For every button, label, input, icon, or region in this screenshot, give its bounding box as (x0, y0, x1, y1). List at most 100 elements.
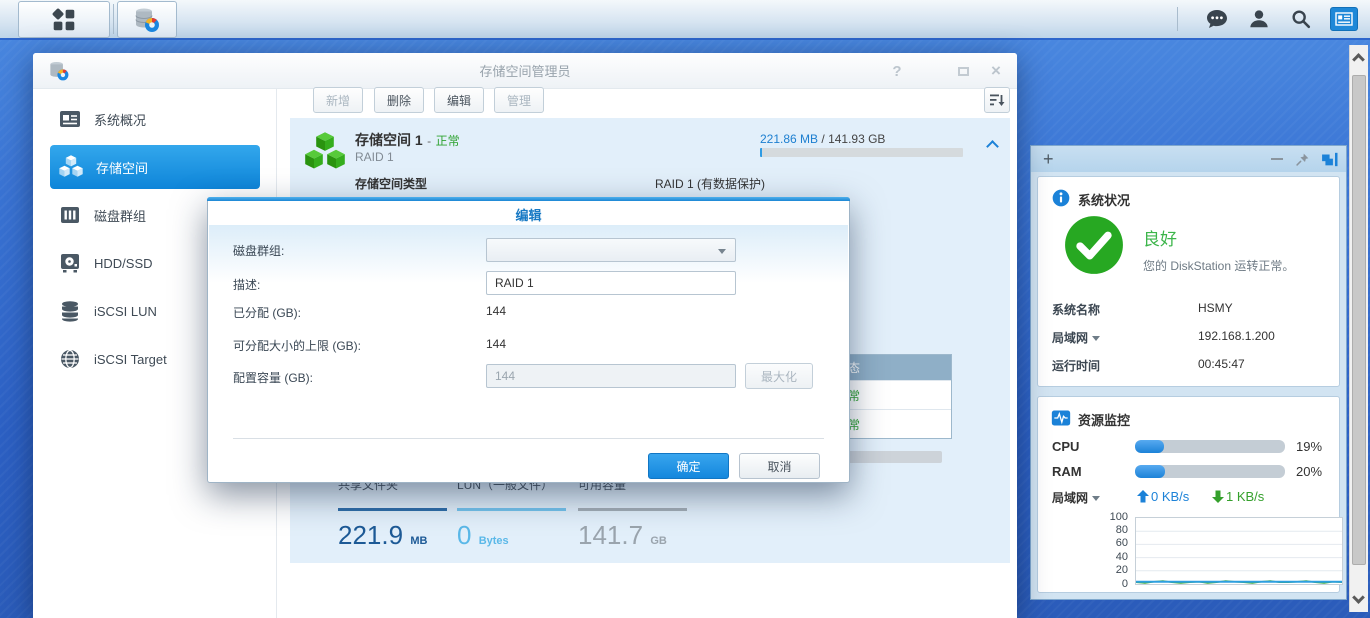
allocated-label: 已分配 (GB): (233, 304, 301, 321)
close-button[interactable]: × (989, 61, 1003, 81)
ram-percent: 20% (1296, 464, 1322, 479)
panel-minimize-button[interactable] (1271, 158, 1283, 160)
taskbar (0, 0, 1370, 40)
y-tick: 0 (1078, 578, 1128, 590)
cancel-button[interactable]: 取消 (739, 453, 820, 479)
pin-icon[interactable] (1295, 152, 1310, 167)
storage-manager-task-button[interactable] (117, 1, 177, 38)
stat-underline (457, 508, 566, 511)
create-button[interactable]: 新增 (313, 87, 363, 113)
lan-traffic-label-text: 局域网 (1052, 491, 1088, 505)
system-name-label: 系统名称 (1052, 301, 1100, 318)
system-name-value: HSMY (1198, 301, 1233, 315)
uptime-value: 00:45:47 (1198, 357, 1245, 371)
stat-value: 221.9 (338, 520, 403, 550)
user-button[interactable] (1246, 6, 1272, 32)
main-menu-button[interactable] (18, 1, 110, 38)
desktop-scrollbar[interactable] (1349, 45, 1368, 612)
disk-group-icon (58, 203, 82, 227)
main-menu-icon (51, 7, 77, 33)
cpu-label: CPU (1052, 439, 1079, 454)
chevron-down-icon (718, 249, 726, 254)
disk-group-select[interactable] (486, 238, 736, 262)
capacity-label: 配置容量 (GB): (233, 369, 313, 386)
ram-label: RAM (1052, 464, 1082, 479)
collapse-chevron-icon[interactable] (986, 140, 999, 153)
help-button[interactable]: ? (890, 63, 904, 80)
search-icon (1290, 8, 1312, 30)
pilot-view-button[interactable] (1330, 7, 1358, 31)
capacity-input[interactable] (486, 364, 736, 388)
volume-status: 正常 (436, 134, 460, 148)
scroll-up-arrow[interactable] (1352, 53, 1365, 66)
widget-panel: + 系统状况 (1030, 145, 1347, 600)
search-button[interactable] (1288, 6, 1314, 32)
maximize-button[interactable] (956, 63, 970, 80)
view-options-button[interactable] (984, 87, 1010, 113)
stat-value: 141.7 (578, 520, 643, 550)
scrollbar-thumb[interactable] (1352, 75, 1366, 565)
ram-bar (1135, 465, 1285, 478)
stat-lun: LUN（一般文件） 0 Bytes (457, 476, 566, 551)
window-controls: ? × (890, 53, 1003, 89)
maximize-capacity-button[interactable]: 最大化 (745, 363, 813, 389)
add-widget-button[interactable]: + (1043, 150, 1054, 168)
allocated-value: 144 (486, 304, 506, 318)
sidebar-item-label: iSCSI Target (94, 352, 167, 367)
sidebar-item-overview[interactable]: 系统概况 (50, 97, 260, 141)
cpu-bar (1135, 440, 1285, 453)
window-app-icon (48, 60, 70, 82)
volume-type-value: RAID 1 (有数据保护) (655, 175, 765, 192)
dock-panel-icon[interactable] (1322, 152, 1338, 167)
info-icon (1051, 188, 1071, 208)
y-tick: 80 (1078, 524, 1128, 536)
description-label: 描述: (233, 276, 260, 293)
stat-shared-folder: 共享文件夹 221.9 MB (338, 476, 447, 551)
disk-group-selected-value (487, 244, 495, 258)
sidebar-item-volume[interactable]: 存储空间 (50, 145, 260, 189)
lan-row-label[interactable]: 局域网 (1052, 329, 1100, 346)
cpu-bar-fill (1135, 440, 1164, 453)
download-arrow-icon (1212, 490, 1224, 503)
lan-traffic-label[interactable]: 局域网 (1052, 489, 1100, 506)
y-tick: 60 (1078, 537, 1128, 549)
health-description: 您的 DiskStation 运转正常。 (1143, 257, 1333, 274)
user-icon (1248, 8, 1270, 30)
used-space: 221.86 MB (760, 132, 818, 146)
chat-button[interactable] (1204, 6, 1230, 32)
volume-status-icon (303, 130, 347, 174)
y-tick: 20 (1078, 564, 1128, 576)
chevron-down-icon (1092, 336, 1100, 341)
resource-monitor-widget: 资源监控 CPU 19% RAM 20% 局域网 0 KB/s 1 KB/s 1… (1037, 396, 1340, 593)
scroll-down-arrow[interactable] (1352, 591, 1365, 604)
download-speed: 1 KB/s (1226, 489, 1264, 504)
stat-underline (338, 508, 447, 511)
sidebar-item-label: 系统概况 (94, 110, 146, 129)
uptime-label: 运行时间 (1052, 357, 1100, 374)
iscsi-target-icon (58, 347, 82, 371)
health-check-icon (1064, 215, 1124, 275)
resource-monitor-icon (1051, 408, 1071, 428)
edit-button[interactable]: 编辑 (434, 87, 484, 113)
tray-separator (1177, 7, 1178, 31)
delete-button[interactable]: 删除 (374, 87, 424, 113)
usage-divider: / (818, 132, 828, 146)
allocatable-value: 144 (486, 337, 506, 351)
storage-manager-icon (133, 6, 161, 34)
dialog-divider (233, 438, 824, 439)
ok-button[interactable]: 确定 (648, 453, 729, 479)
window-titlebar[interactable]: 存储空间管理员 ? × (33, 53, 1017, 89)
ram-bar-fill (1135, 465, 1165, 478)
taskbar-separator (113, 4, 114, 34)
panel-header-icons (1271, 152, 1338, 167)
manage-button[interactable]: 管理 (494, 87, 544, 113)
dialog-title: 编辑 (208, 205, 849, 224)
volume-usage-text: 221.86 MB / 141.93 GB (760, 130, 885, 148)
desktop: 存储空间管理员 ? × (0, 0, 1370, 618)
cpu-percent: 19% (1296, 439, 1322, 454)
stat-underline (578, 508, 687, 511)
sidebar-item-label: 存储空间 (96, 158, 148, 177)
description-input[interactable] (486, 271, 736, 295)
health-status: 良好 (1143, 225, 1177, 250)
volume-usage-bar (760, 148, 963, 157)
